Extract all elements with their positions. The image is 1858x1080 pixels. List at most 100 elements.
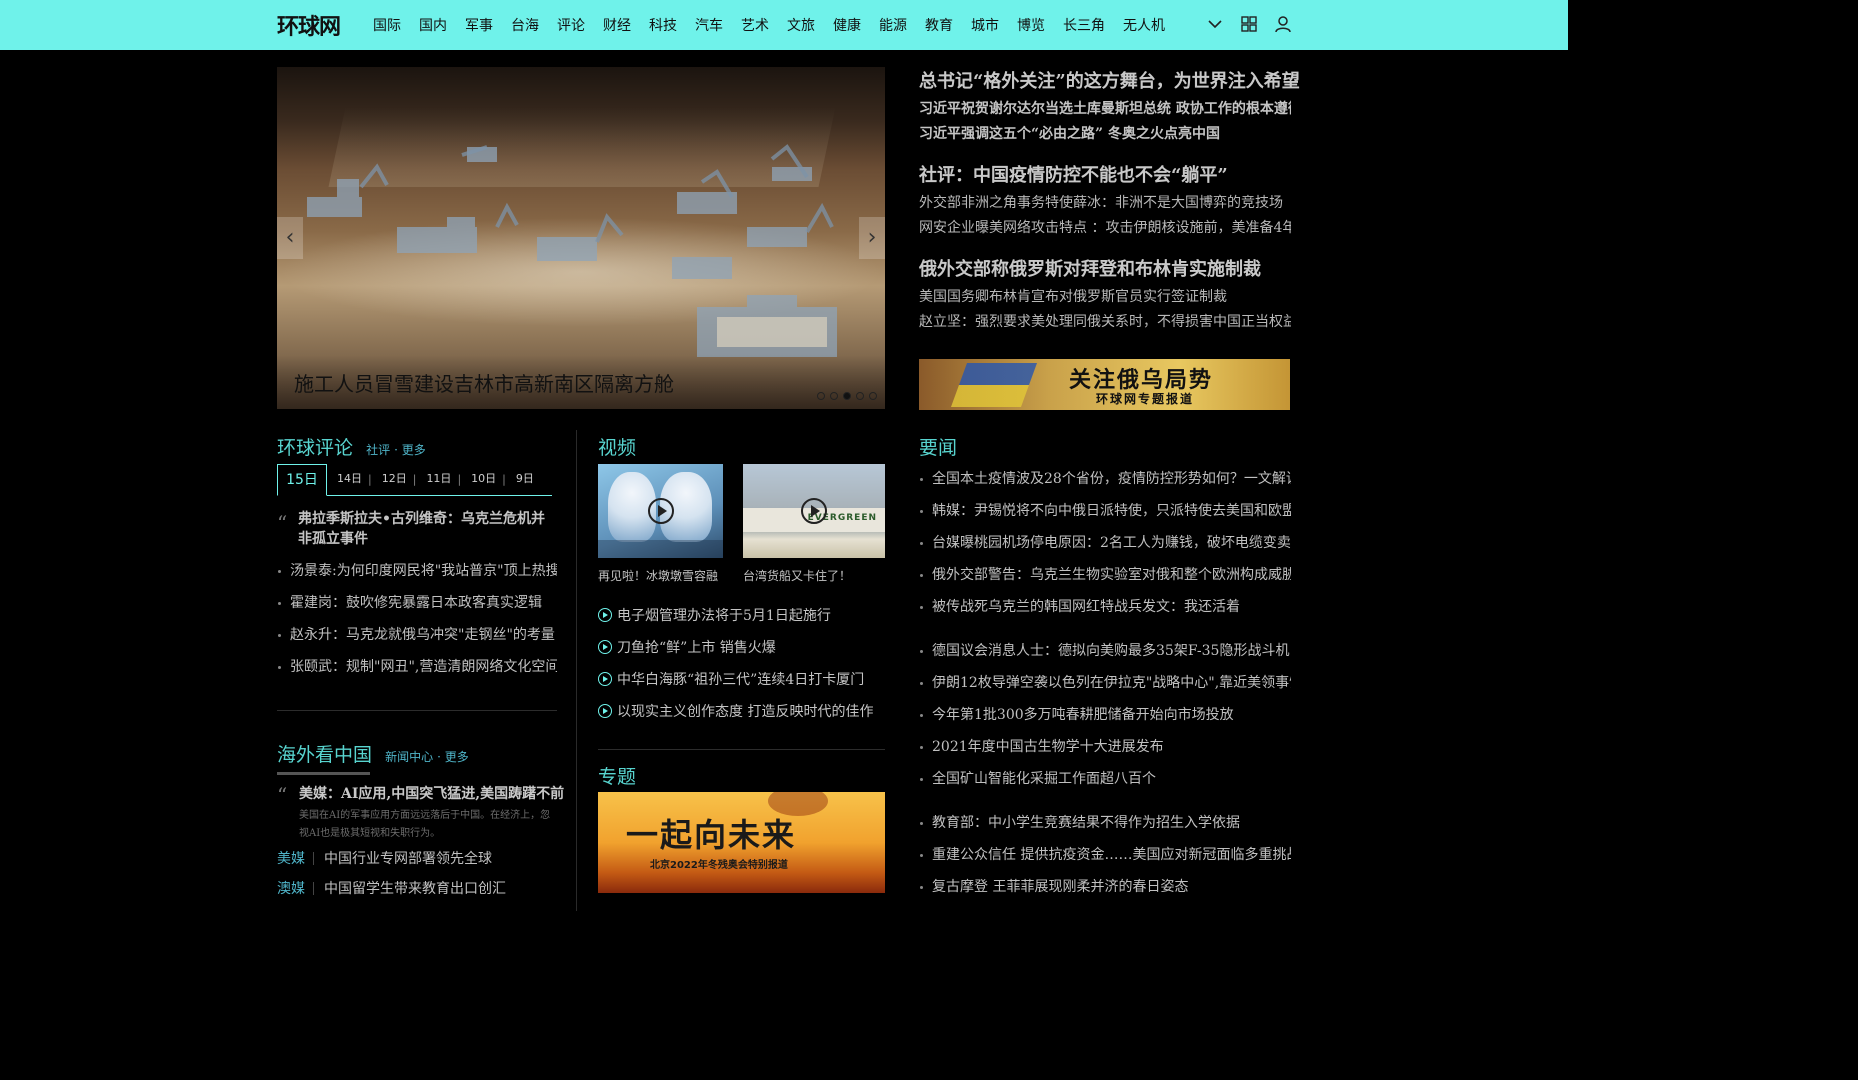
carousel-prev-button[interactable]: ‹ [277, 217, 303, 259]
headline-title[interactable]: 社评：中国疫情防控不能也不会“躺平” [919, 161, 1291, 191]
overseas-row: 澳媒 中国留学生带来教育出口创汇 [277, 873, 557, 903]
site-logo[interactable]: 环球网 [277, 9, 341, 41]
video-list-item[interactable]: 刀鱼抢“鲜”上市 销售火爆 [598, 631, 885, 663]
overseas-header: 海外看中国 新闻中心 · 更多 [277, 740, 473, 775]
nav-item[interactable]: 台海 [511, 15, 539, 35]
headline-sub[interactable]: 习近平强调这五个“必由之路” 冬奥之火点亮中国 [919, 122, 1291, 147]
headline-sub[interactable]: 外交部非洲之角事务特使薛冰：非洲不是大国博弈的竞技场 [919, 191, 1291, 216]
nav-item[interactable]: 汽车 [695, 15, 723, 35]
carousel-dot[interactable] [817, 392, 825, 400]
video-list-item[interactable]: 以现实主义创作态度 打造反映时代的佳作 [598, 695, 885, 727]
date-tab[interactable]: 12日 [376, 470, 413, 495]
section-title[interactable]: 专题 [598, 766, 636, 788]
video-caption[interactable]: 台湾货船又卡住了！ [743, 567, 851, 584]
carousel-dot[interactable] [843, 392, 851, 400]
grid-icon[interactable] [1239, 14, 1259, 34]
nav-item[interactable]: 国内 [419, 15, 447, 35]
headline-title[interactable]: 俄外交部称俄罗斯对拜登和布林肯实施制裁 [919, 255, 1291, 285]
carousel-dot[interactable] [856, 392, 864, 400]
nav-item[interactable]: 教育 [925, 15, 953, 35]
chevron-down-icon[interactable] [1205, 14, 1225, 34]
section-title[interactable]: 视频 [598, 437, 636, 459]
ukraine-topic-banner[interactable]: 关注俄乌局势 环球网专题报道 [919, 359, 1290, 410]
overseas-row-text[interactable]: 中国行业专网部署领先全球 [324, 848, 492, 868]
section-link[interactable]: 新闻中心 [385, 750, 433, 764]
nav-item[interactable]: 财经 [603, 15, 631, 35]
carousel-dot[interactable] [869, 392, 877, 400]
video-list-item[interactable]: 电子烟管理办法将于5月1日起施行 [598, 599, 885, 631]
news-list: 全国本土疫情波及28个省份，疫情防控形势如何？一文解读 韩媒：尹锡悦将不向中俄日… [919, 463, 1291, 623]
list-item[interactable]: 重建公众信任 提供抗疫资金……美国应对新冠面临多重挑战 [919, 839, 1291, 871]
section-link[interactable]: 更多 [445, 750, 469, 764]
nav-item[interactable]: 博览 [1017, 15, 1045, 35]
nav-item[interactable]: 长三角 [1063, 15, 1105, 35]
media-tag[interactable]: 美媒 [277, 848, 305, 868]
list-item[interactable]: 霍建岗：鼓吹修宪暴露日本政客真实逻辑 [277, 587, 557, 619]
video-title[interactable]: 中华白海豚“祖孙三代”连续4日打卡厦门 [617, 669, 864, 689]
overseas-featured-title[interactable]: 美媒：AI应用,中国突飞猛进,美国踌躇不前 [299, 783, 564, 803]
headline-sub[interactable]: 网安企业曝美网络攻击特点 ：攻击伊朗核设施前，美准备4年 [919, 216, 1291, 241]
special-banner[interactable]: 一起向未来 北京2022年冬残奥会特别报道 [598, 792, 885, 893]
list-item[interactable]: 德国议会消息人士：德拟向美购最多35架F-35隐形战斗机 [919, 635, 1291, 667]
section-title[interactable]: 要闻 [919, 437, 957, 459]
headline-sub[interactable]: 习近平祝贺谢尔达尔当选土库曼斯坦总统 政协工作的根本遵循 [919, 97, 1291, 122]
carousel-next-button[interactable]: › [859, 217, 885, 259]
list-item[interactable]: 赵永升：马克龙就俄乌冲突"走钢丝"的考量 [277, 619, 557, 651]
list-item[interactable]: 教育部：中小学生竞赛结果不得作为招生入学依据 [919, 807, 1291, 839]
headline-title[interactable]: 总书记“格外关注”的这方舞台，为世界注入希望 [919, 67, 1300, 97]
list-item[interactable]: 汤景泰:为何印度网民将"我站普京"顶上热搜 [277, 555, 557, 587]
list-item[interactable]: 韩媒：尹锡悦将不向中俄日派特使，只派特使去美国和欧盟 [919, 495, 1291, 527]
list-item[interactable]: 张颐武：规制"网丑",营造清朗网络文化空间 [277, 651, 557, 683]
slide-caption[interactable]: 施工人员冒雪建设吉林市高新南区隔离方舱 [294, 368, 674, 397]
list-item[interactable]: 伊朗12枚导弹空袭以色列在伊拉克"战略中心",靠近美领事馆 [919, 667, 1291, 699]
quote-icon: “ [277, 783, 288, 807]
headline-sub[interactable]: 美国国务卿布林肯宣布对俄罗斯官员实行签证制裁 [919, 285, 1291, 310]
video-caption[interactable]: 再见啦！冰墩墩雪容融 [598, 567, 718, 584]
tab-separator: | [368, 473, 372, 486]
user-icon[interactable] [1273, 14, 1293, 34]
list-item[interactable]: 台媒曝桃园机场停电原因：2名工人为赚钱，破坏电缆变卖 [919, 527, 1291, 559]
list-item[interactable]: 俄外交部警告：乌克兰生物实验室对俄和整个欧洲构成威胁 [919, 559, 1291, 591]
list-item[interactable]: 2021年度中国古生物学十大进展发布 [919, 731, 1291, 763]
section-title[interactable]: 海外看中国 [277, 744, 372, 766]
date-tab[interactable]: 10日 [465, 470, 502, 495]
special-banner-title: 一起向未来 [626, 816, 797, 854]
nav-item[interactable]: 科技 [649, 15, 677, 35]
title-underline [277, 772, 370, 775]
list-item[interactable]: 复古摩登 王菲菲展现刚柔并济的春日姿态 [919, 871, 1291, 903]
date-tab[interactable]: 9日 [510, 470, 540, 495]
video-title[interactable]: 电子烟管理办法将于5月1日起施行 [617, 605, 831, 625]
video-title[interactable]: 以现实主义创作态度 打造反映时代的佳作 [617, 701, 873, 721]
section-link[interactable]: 社评 [366, 443, 390, 457]
nav-item[interactable]: 健康 [833, 15, 861, 35]
nav-item[interactable]: 城市 [971, 15, 999, 35]
carousel-dot[interactable] [830, 392, 838, 400]
video-list-item[interactable]: 中华白海豚“祖孙三代”连续4日打卡厦门 [598, 663, 885, 695]
nav-item[interactable]: 军事 [465, 15, 493, 35]
special-banner-subtitle: 北京2022年冬残奥会特别报道 [650, 860, 788, 871]
nav-item[interactable]: 评论 [557, 15, 585, 35]
list-item[interactable]: 全国矿山智能化采掘工作面超八百个 [919, 763, 1291, 795]
overseas-row-text[interactable]: 中国留学生带来教育出口创汇 [324, 878, 506, 898]
video-thumbnail[interactable] [598, 464, 723, 558]
row-separator [313, 881, 314, 895]
section-title[interactable]: 环球评论 [277, 437, 353, 459]
nav-item[interactable]: 文旅 [787, 15, 815, 35]
date-tab[interactable]: 11日 [420, 470, 457, 495]
date-tab[interactable]: 14日 [331, 470, 368, 495]
nav-item[interactable]: 国际 [373, 15, 401, 35]
date-tab[interactable]: 15日 [277, 464, 327, 496]
section-link[interactable]: 更多 [402, 443, 426, 457]
nav-item[interactable]: 能源 [879, 15, 907, 35]
headline-sub[interactable]: 赵立坚：强烈要求美处理同俄关系时，不得损害中国正当权益 [919, 310, 1291, 335]
video-thumbnail[interactable]: EVERGREEN [743, 464, 885, 558]
media-tag[interactable]: 澳媒 [277, 878, 305, 898]
list-item[interactable]: 全国本土疫情波及28个省份，疫情防控形势如何？一文解读 [919, 463, 1291, 495]
nav-item[interactable]: 无人机 [1123, 15, 1165, 35]
headline-carousel[interactable]: 施工人员冒雪建设吉林市高新南区隔离方舱 ‹ › [277, 67, 885, 409]
list-item[interactable]: 今年第1批300多万吨春耕肥储备开始向市场投放 [919, 699, 1291, 731]
list-item[interactable]: 被传战死乌克兰的韩国网红特战兵发文：我还活着 [919, 591, 1291, 623]
featured-commentary-title[interactable]: 弗拉季斯拉夫•古列维奇：乌克兰危机并非孤立事件 [298, 509, 553, 549]
video-title[interactable]: 刀鱼抢“鲜”上市 销售火爆 [617, 637, 776, 657]
nav-item[interactable]: 艺术 [741, 15, 769, 35]
